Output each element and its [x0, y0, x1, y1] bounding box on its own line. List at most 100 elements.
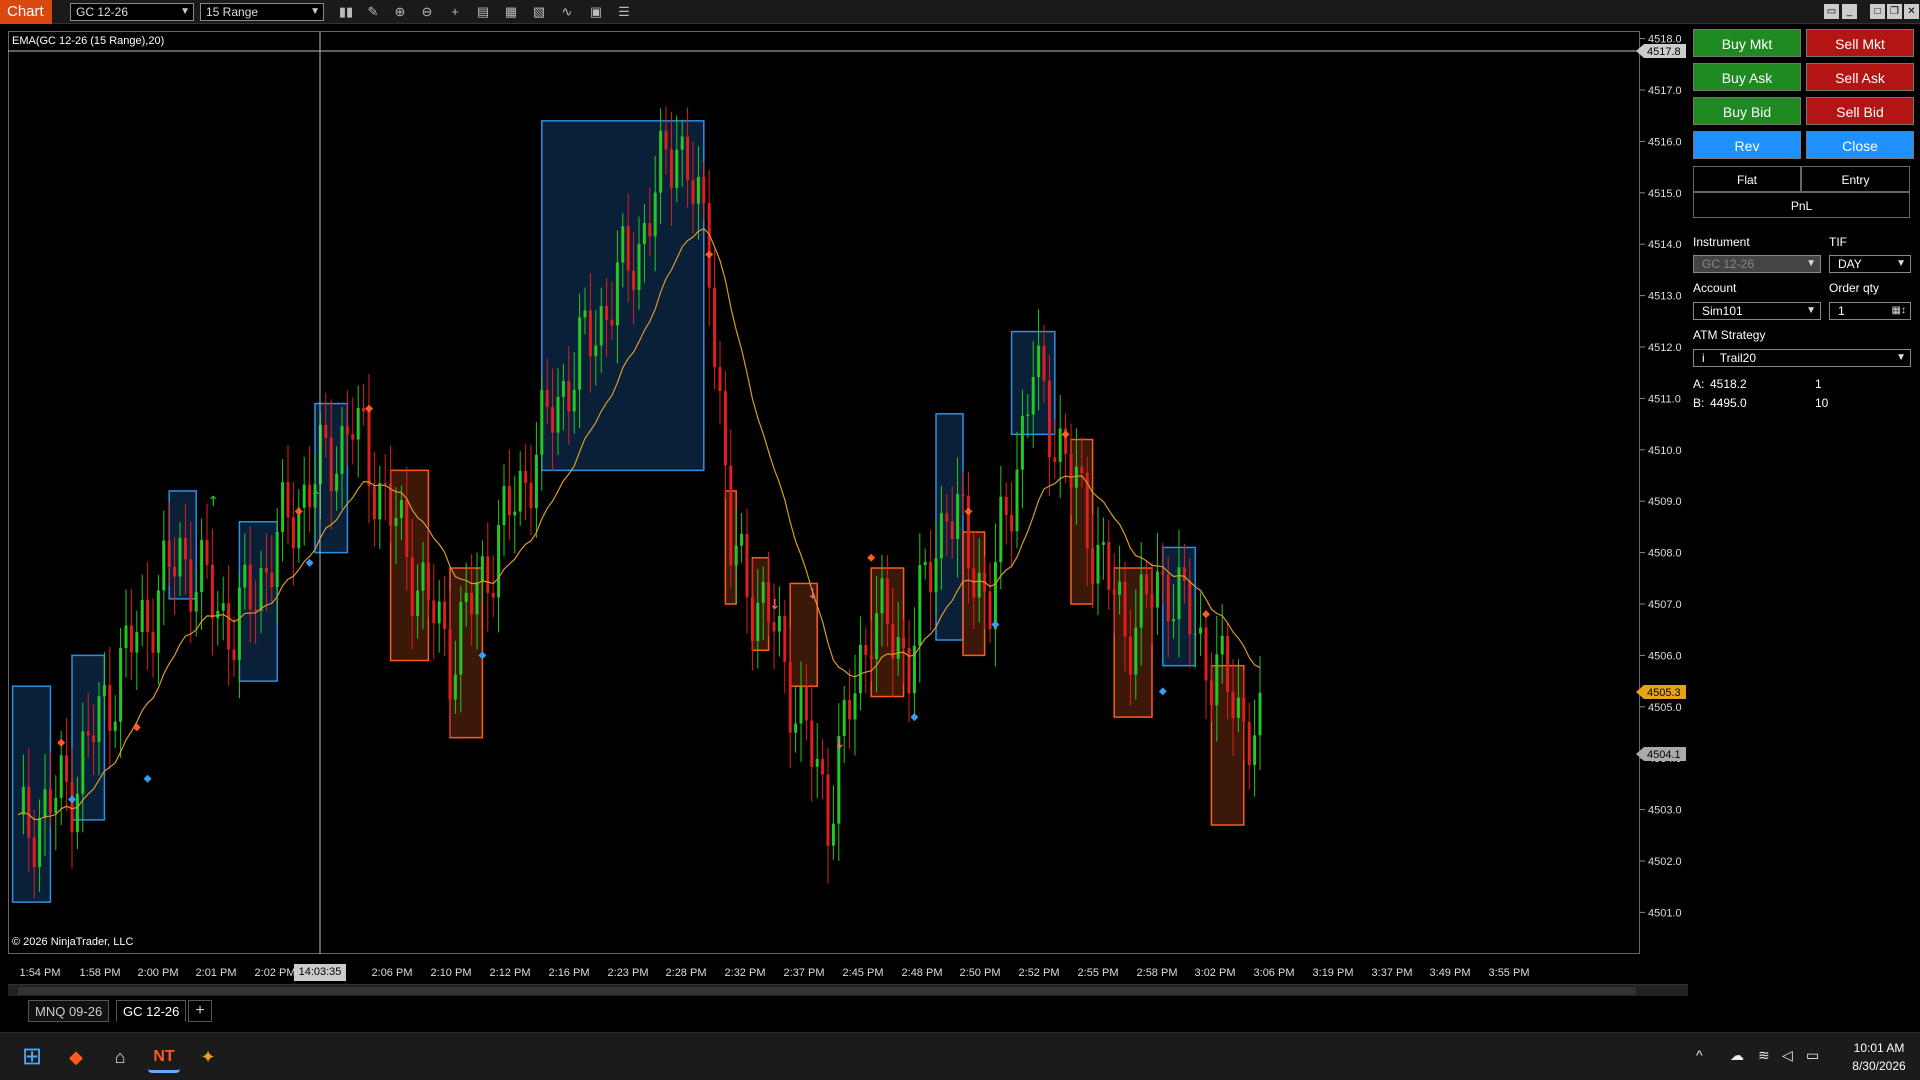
time-tick-label: 2:58 PM	[1137, 967, 1178, 979]
clock-date[interactable]: 8/30/2026	[1848, 1059, 1910, 1073]
chevron-up-icon[interactable]: ^	[1696, 1047, 1703, 1063]
candle-body	[443, 601, 447, 629]
ninjatrader-app-icon[interactable]: NT	[148, 1041, 180, 1073]
candle-body	[1118, 581, 1122, 595]
wifi-icon[interactable]: ≋	[1758, 1047, 1770, 1064]
price-tick-label: 4507.0	[1648, 599, 1682, 611]
candle-body	[788, 661, 792, 733]
buy-market-button[interactable]: Buy Mkt	[1693, 29, 1801, 57]
order-qty-stepper[interactable]: 1 ▦↕	[1829, 302, 1911, 320]
candle-body	[1031, 377, 1035, 415]
candle-body	[956, 494, 960, 539]
candle-body	[162, 540, 166, 591]
account-label: Account	[1693, 281, 1737, 295]
time-tick-label: 2:37 PM	[784, 967, 825, 979]
candle-body	[410, 556, 414, 617]
price-tick-label: 4502.0	[1648, 856, 1682, 868]
windows-start-icon[interactable]: ⊞	[16, 1041, 48, 1073]
candle-body	[124, 625, 128, 649]
tab-mnq-09-26[interactable]: MNQ 09-26	[28, 1000, 110, 1022]
candle-body	[70, 781, 74, 833]
candle-body	[545, 389, 549, 408]
candle-body	[653, 192, 657, 237]
app-icon[interactable]: ✦	[192, 1041, 224, 1073]
time-tick-label: 3:06 PM	[1254, 967, 1295, 979]
price-chart: ↑ ↑↓↓↓ 4518.04517.04516.04515.04514.04513…	[8, 32, 1686, 979]
candle-body	[135, 631, 139, 653]
clock-time[interactable]: 10:01 AM	[1848, 1041, 1910, 1055]
candle-body	[999, 496, 1003, 563]
tif-dropdown[interactable]: DAY ▼	[1829, 255, 1911, 273]
candle-body	[1042, 345, 1046, 381]
time-tick-label: 2:16 PM	[549, 967, 590, 979]
candle-body	[156, 590, 160, 653]
candle-body	[389, 484, 393, 526]
candle-body	[291, 517, 295, 549]
candle-body	[119, 648, 123, 722]
buy-ask-button[interactable]: Buy Ask	[1693, 63, 1801, 91]
candle-body	[1236, 697, 1240, 718]
candle-body	[637, 244, 641, 290]
price-tick-label: 4503.0	[1648, 805, 1682, 817]
candle-body	[993, 562, 997, 630]
candle-body	[232, 649, 236, 661]
price-tick-label: 4513.0	[1648, 291, 1682, 303]
candle-body	[399, 499, 403, 519]
candle-body	[470, 592, 474, 615]
close-position-button[interactable]: Close	[1806, 131, 1914, 159]
tab-gc-12-26[interactable]: GC 12-26	[116, 1000, 187, 1022]
candle-body	[448, 628, 452, 700]
candle-body	[243, 564, 247, 588]
atm-strategy-value: Trail20	[1719, 351, 1757, 365]
candle-body	[113, 721, 117, 731]
bid-price: 4495.0	[1710, 396, 1747, 410]
candle-body	[934, 558, 938, 593]
reverse-button[interactable]: Rev	[1693, 131, 1801, 159]
candle-body	[729, 465, 733, 566]
ask-size: 1	[1815, 377, 1822, 391]
brave-browser-icon[interactable]: ◆	[60, 1041, 92, 1073]
candle-body	[599, 306, 603, 346]
candle-body	[799, 686, 803, 724]
sell-market-button[interactable]: Sell Mkt	[1806, 29, 1914, 57]
candle-body	[794, 723, 798, 733]
candle-body	[1199, 627, 1203, 634]
candle-body	[572, 389, 576, 412]
candle-body	[502, 486, 506, 526]
candle-body	[1020, 415, 1024, 470]
spinner-icon[interactable]: ▦↕	[1892, 303, 1906, 319]
candle-body	[1091, 548, 1095, 584]
candle-body	[480, 556, 484, 583]
candle-body	[129, 625, 133, 653]
volume-icon[interactable]: ◁	[1782, 1047, 1793, 1064]
time-tick-label: 2:06 PM	[372, 967, 413, 979]
atm-strategy-dropdown[interactable]: i Trail20 ▼	[1693, 349, 1911, 367]
candle-body	[1172, 619, 1176, 622]
time-tick-label: 1:54 PM	[20, 967, 61, 979]
time-tick-label: 2:00 PM	[138, 967, 179, 979]
indicator-label[interactable]: EMA(GC 12-26 (15 Range),20)	[12, 35, 164, 47]
candle-body	[1080, 466, 1084, 473]
chevron-down-icon: ▼	[1806, 258, 1816, 269]
candle-body	[1193, 633, 1197, 635]
candle-body	[383, 483, 387, 485]
candle-body	[696, 177, 700, 204]
flat-indicator: Flat	[1693, 166, 1801, 192]
candle-body	[75, 793, 79, 833]
candle-body	[345, 425, 349, 435]
bank-icon[interactable]: ⌂	[104, 1041, 136, 1073]
account-dropdown[interactable]: Sim101 ▼	[1693, 302, 1821, 320]
candle-body	[362, 407, 366, 412]
add-tab-button[interactable]: +	[188, 1000, 212, 1022]
battery-icon[interactable]: ▭	[1806, 1047, 1819, 1064]
candle-body	[772, 622, 776, 632]
price-tick-label: 4506.0	[1648, 650, 1682, 662]
candle-body	[475, 582, 479, 615]
sell-bid-button[interactable]: Sell Bid	[1806, 97, 1914, 125]
candle-body	[702, 177, 706, 203]
buy-bid-button[interactable]: Buy Bid	[1693, 97, 1801, 125]
sell-ask-button[interactable]: Sell Ask	[1806, 63, 1914, 91]
candle-body	[351, 434, 355, 440]
cloud-icon[interactable]: ☁	[1730, 1047, 1744, 1064]
candle-body	[329, 437, 333, 492]
